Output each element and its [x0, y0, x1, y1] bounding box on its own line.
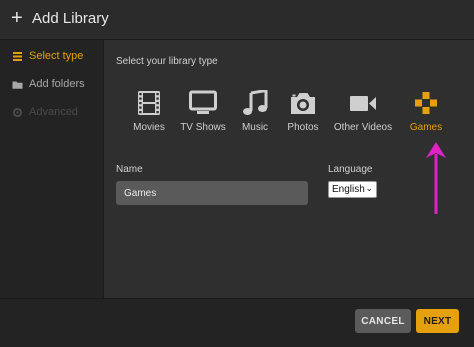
gamepad-icon [391, 90, 461, 116]
cancel-button[interactable]: CANCEL [355, 309, 411, 333]
language-label: Language [328, 164, 373, 175]
sidebar-item-label: Select type [29, 50, 84, 62]
sidebar-item-select-type[interactable]: Select type [12, 48, 83, 64]
chevron-down-icon: ⌄ [365, 183, 373, 193]
main-panel: Select your library type Movies TV Shows… [104, 40, 474, 298]
library-type-label: Other Videos [333, 122, 393, 133]
sidebar-item-label: Add folders [29, 78, 85, 90]
sidebar-item-advanced: Advanced [12, 104, 78, 120]
video-camera-icon [328, 90, 398, 116]
gear-icon [12, 107, 23, 118]
folder-icon [12, 79, 23, 90]
dialog-footer: CANCEL NEXT [0, 298, 474, 347]
dialog-title: Add Library [32, 10, 109, 27]
library-type-other-videos[interactable]: Other Videos [328, 90, 398, 133]
next-button[interactable]: NEXT [416, 309, 459, 333]
library-type-label: Games [409, 122, 443, 133]
sidebar: Select type Add folders Advanced [0, 40, 104, 298]
dialog-header: + Add Library [0, 0, 474, 40]
list-icon [12, 51, 23, 62]
plus-icon: + [11, 7, 23, 29]
sidebar-item-add-folders[interactable]: Add folders [12, 76, 85, 92]
library-type-prompt: Select your library type [116, 56, 218, 67]
annotation-arrow-icon [426, 142, 446, 214]
language-select[interactable]: English ⌄ [328, 181, 377, 198]
language-select-value: English [332, 184, 365, 195]
library-type-games[interactable]: Games [391, 90, 461, 133]
library-name-input[interactable] [116, 181, 308, 205]
sidebar-item-label: Advanced [29, 106, 78, 118]
name-label: Name [116, 164, 143, 175]
